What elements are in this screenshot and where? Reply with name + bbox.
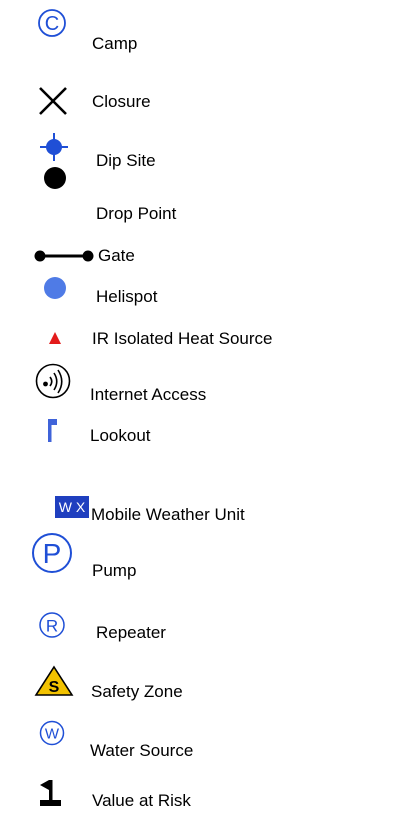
legend-label-safety-zone: Safety Zone (91, 682, 183, 701)
legend-label-ir-isolated-heat-source: IR Isolated Heat Source (92, 329, 273, 348)
legend-label-water-source: Water Source (90, 741, 194, 760)
svg-text:C: C (45, 13, 59, 35)
safety-zone-letter: S (49, 679, 60, 696)
legend-label-closure: Closure (92, 92, 151, 111)
legend-label-gate: Gate (98, 246, 135, 265)
legend-label-drop-point: Drop Point (96, 204, 177, 223)
legend-label-internet-access: Internet Access (90, 385, 207, 404)
wifi-circle-icon (35, 363, 71, 399)
circled-c-icon: C (38, 9, 66, 37)
red-triangle-icon (49, 332, 61, 344)
x-closure-icon (39, 87, 67, 115)
svg-text:R: R (46, 617, 58, 636)
svg-text:W: W (45, 726, 60, 743)
svg-text:P: P (43, 538, 62, 569)
helispot-dot-icon (44, 277, 66, 299)
circled-p-icon: P (32, 533, 72, 573)
legend-label-dip-site: Dip Site (96, 151, 156, 170)
lookout-flag-icon (48, 419, 57, 442)
legend-label-mobile-weather-unit: Mobile Weather Unit (91, 505, 245, 524)
legend-label-camp: Camp (92, 34, 138, 53)
value-at-risk-flag-icon (40, 780, 61, 806)
legend-label-value-at-risk: Value at Risk (92, 791, 191, 810)
legend-label-lookout: Lookout (90, 426, 151, 445)
wx-badge-text: W X (59, 499, 86, 515)
circled-w-icon: W (39, 720, 65, 746)
legend-label-pump: Pump (92, 561, 137, 580)
gate-icon (34, 250, 94, 262)
legend-label-helispot: Helispot (96, 287, 158, 306)
crosshair-dip-site-icon (40, 133, 68, 161)
circled-r-icon: R (39, 612, 65, 638)
legend-label-repeater: Repeater (96, 623, 166, 642)
filled-circle-drop-point-icon (44, 167, 66, 189)
safety-zone-triangle-icon: S (34, 665, 74, 696)
wx-badge-icon: W X (55, 496, 89, 518)
